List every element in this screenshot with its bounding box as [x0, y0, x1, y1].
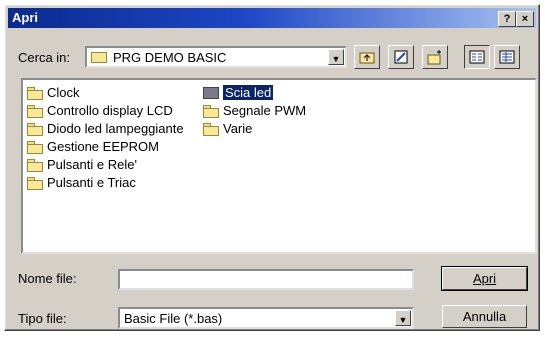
- file-name-input[interactable]: [118, 269, 414, 290]
- file-list-item[interactable]: Clock: [27, 84, 80, 101]
- folder-icon: [27, 122, 43, 136]
- file-list-item-label: Diodo led lampeggiante: [47, 121, 184, 136]
- file-list-item-label: Pulsanti e Triac: [47, 175, 136, 190]
- up-one-level-button[interactable]: [354, 45, 380, 69]
- file-name-label: Nome file:: [18, 271, 77, 286]
- folder-icon: [27, 104, 43, 118]
- open-button[interactable]: Apri: [441, 266, 528, 291]
- dialog-title: Apri: [12, 10, 38, 25]
- file-list-item-label: Clock: [47, 85, 80, 100]
- file-list-item-label: Varie: [223, 121, 253, 136]
- title-bar: Apri ? ×: [8, 8, 536, 28]
- folder-icon: [203, 122, 219, 136]
- file-list-item[interactable]: Segnale PWM: [203, 102, 306, 119]
- folder-icon: [203, 86, 219, 99]
- file-list-item-label: Gestione EEPROM: [47, 139, 159, 154]
- file-list-item-label: Controllo display LCD: [47, 103, 173, 118]
- file-list-item[interactable]: Varie: [203, 120, 252, 137]
- file-type-label: Tipo file:: [18, 311, 67, 326]
- close-button[interactable]: ×: [516, 11, 534, 27]
- look-in-value: PRG DEMO BASIC: [113, 50, 227, 65]
- help-button[interactable]: ?: [498, 11, 516, 27]
- file-list-item[interactable]: Scia led: [203, 84, 274, 101]
- file-list-item-label: Segnale PWM: [223, 103, 307, 118]
- open-dialog: Apri ? × Cerca in: PRG DEMO BASIC ▼ Cloc…: [4, 4, 540, 331]
- folder-icon: [27, 158, 43, 172]
- list-view-button[interactable]: [464, 45, 490, 69]
- list-view-icon: [469, 50, 485, 64]
- file-list-item[interactable]: Pulsanti e Rele': [27, 156, 137, 173]
- cancel-button[interactable]: Annulla: [442, 305, 527, 328]
- desktop-icon: [394, 50, 408, 64]
- file-list-item[interactable]: Pulsanti e Triac: [27, 174, 136, 191]
- desktop-button[interactable]: [388, 45, 414, 69]
- file-list-item-label: Scia led: [223, 85, 274, 100]
- details-view-button[interactable]: [494, 45, 520, 69]
- new-folder-button[interactable]: [422, 45, 448, 69]
- chevron-down-icon[interactable]: ▼: [395, 310, 411, 326]
- up-one-level-icon: [359, 52, 375, 64]
- file-list-item[interactable]: Gestione EEPROM: [27, 138, 159, 155]
- file-list-item[interactable]: Diodo led lampeggiante: [27, 120, 184, 137]
- folder-icon: [203, 104, 219, 118]
- folder-icon: [91, 52, 107, 63]
- folder-icon: [27, 86, 43, 100]
- chevron-down-icon[interactable]: ▼: [328, 49, 344, 65]
- file-type-value: Basic File (*.bas): [124, 311, 223, 326]
- look-in-label: Cerca in:: [18, 50, 71, 65]
- folder-icon: [27, 140, 43, 154]
- file-list[interactable]: Clock Controllo display LCD Diodo led lamp…: [21, 78, 537, 254]
- file-type-combo[interactable]: Basic File (*.bas) ▼: [118, 307, 414, 329]
- details-view-icon: [499, 50, 515, 64]
- file-list-item-label: Pulsanti e Rele': [47, 157, 137, 172]
- new-folder-icon: [427, 50, 441, 65]
- look-in-combo[interactable]: PRG DEMO BASIC ▼: [85, 46, 347, 68]
- file-list-item[interactable]: Controllo display LCD: [27, 102, 173, 119]
- folder-icon: [27, 176, 43, 190]
